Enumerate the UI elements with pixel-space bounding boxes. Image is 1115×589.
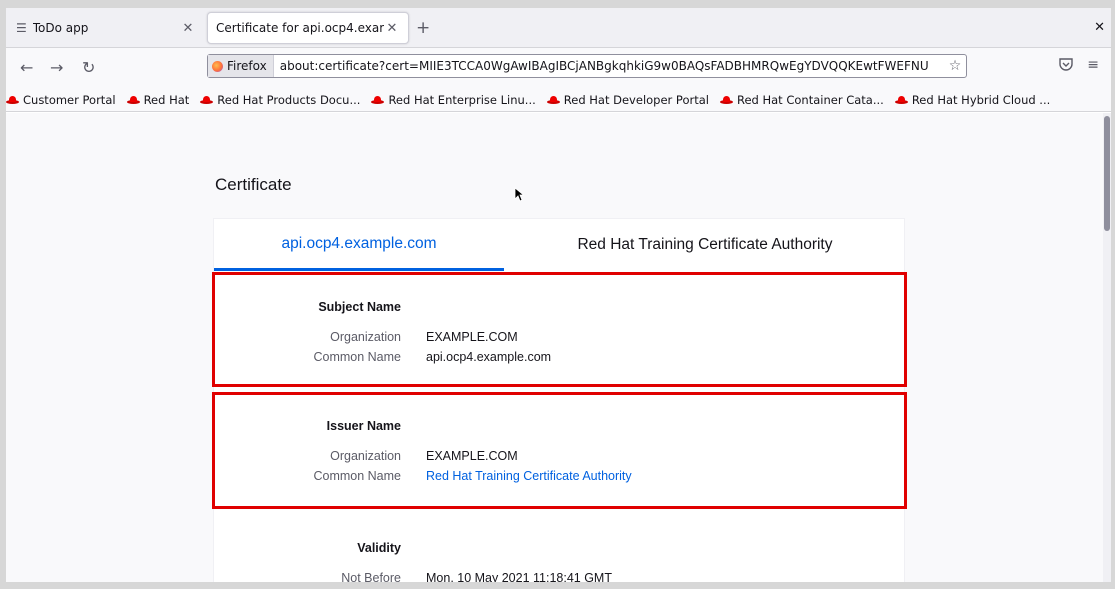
close-icon[interactable]: ✕ bbox=[384, 21, 400, 36]
close-icon[interactable]: ✕ bbox=[180, 21, 196, 36]
scrollbar-thumb[interactable] bbox=[1104, 116, 1110, 231]
bookmark-item[interactable]: Red Hat Enterprise Linu... bbox=[371, 93, 536, 107]
page-title: Certificate bbox=[215, 175, 292, 194]
redhat-icon bbox=[126, 95, 140, 104]
subject-highlight-box bbox=[212, 272, 907, 387]
tab-training-ca[interactable]: Red Hat Training Certificate Authority bbox=[504, 219, 906, 271]
row-value: Mon, 10 May 2021 11:18:41 GMT bbox=[426, 571, 612, 582]
tab-title: ToDo app bbox=[32, 21, 89, 35]
tab-title: Certificate for api.ocp4.examp bbox=[216, 21, 384, 35]
bookmark-item[interactable]: Red Hat Container Cata... bbox=[719, 93, 884, 107]
reload-button[interactable]: ↻ bbox=[82, 58, 95, 77]
url-text[interactable]: about:certificate?cert=MIIE3TCCA0WgAwIBA… bbox=[280, 59, 944, 73]
tab-api-ocp4[interactable]: api.ocp4.example.com bbox=[214, 219, 504, 271]
navigation-toolbar: ← → ↻ Firefox about:certificate?cert=MII… bbox=[6, 48, 1111, 88]
forward-button[interactable]: → bbox=[50, 58, 63, 77]
pocket-icon[interactable] bbox=[1059, 58, 1073, 75]
window-frame bbox=[1111, 0, 1115, 589]
back-button[interactable]: ← bbox=[20, 58, 33, 77]
identity-label: Firefox bbox=[227, 59, 267, 73]
hamburger-menu-icon[interactable]: ≡ bbox=[1087, 57, 1099, 73]
url-bar[interactable]: Firefox about:certificate?cert=MIIE3TCCA… bbox=[207, 54, 967, 78]
section-heading: Validity bbox=[357, 541, 401, 555]
validity-section: Validity Not Before Mon, 10 May 2021 11:… bbox=[214, 511, 906, 582]
bookmark-item[interactable]: Red Hat bbox=[126, 93, 189, 107]
window-close-button[interactable]: ✕ bbox=[1094, 20, 1105, 35]
row-label: Not Before bbox=[341, 571, 401, 582]
new-tab-button[interactable]: + bbox=[416, 18, 430, 38]
bookmark-star-icon[interactable]: ☆ bbox=[944, 58, 966, 74]
list-icon: ☰ bbox=[16, 21, 27, 35]
redhat-icon bbox=[719, 95, 733, 104]
firefox-icon bbox=[212, 60, 223, 72]
bookmark-item[interactable]: Red Hat Hybrid Cloud ... bbox=[894, 93, 1050, 107]
issuer-highlight-box bbox=[212, 392, 907, 509]
redhat-icon bbox=[200, 95, 214, 104]
redhat-icon bbox=[6, 95, 19, 104]
bookmark-item[interactable]: Customer Portal bbox=[6, 93, 116, 107]
tab-strip: ☰ ToDo app ✕ Certificate for api.ocp4.ex… bbox=[6, 8, 1111, 48]
identity-box[interactable]: Firefox bbox=[208, 55, 274, 77]
bookmarks-toolbar: Customer Portal Red Hat Red Hat Products… bbox=[6, 88, 1111, 112]
bookmark-item[interactable]: Red Hat Products Docu... bbox=[200, 93, 360, 107]
mouse-cursor-icon bbox=[514, 187, 524, 202]
page-content: Certificate api.ocp4.example.com Red Hat… bbox=[6, 113, 1107, 582]
redhat-icon bbox=[371, 95, 385, 104]
window-frame bbox=[0, 0, 1115, 8]
bookmark-item[interactable]: Red Hat Developer Portal bbox=[546, 93, 709, 107]
certificate-tabs: api.ocp4.example.com Red Hat Training Ce… bbox=[214, 219, 906, 271]
tab-certificate[interactable]: Certificate for api.ocp4.examp ✕ bbox=[207, 12, 409, 44]
window-frame bbox=[0, 582, 1115, 589]
tab-todo-app[interactable]: ☰ ToDo app ✕ bbox=[8, 12, 204, 44]
redhat-icon bbox=[546, 95, 560, 104]
vertical-scrollbar[interactable] bbox=[1103, 113, 1111, 582]
redhat-icon bbox=[894, 95, 908, 104]
